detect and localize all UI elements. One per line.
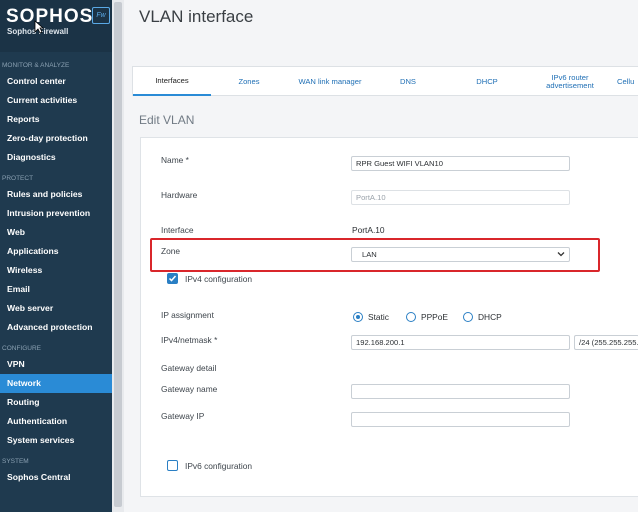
ip-dhcp-radio[interactable]	[463, 312, 473, 322]
hardware-input: PortA.10	[351, 190, 570, 205]
gateway-name-label: Gateway name	[161, 384, 218, 394]
section-title-edit-vlan: Edit VLAN	[139, 113, 195, 127]
sidebar-scrollbar[interactable]	[112, 0, 124, 512]
ipv4-netmask-label: IPv4/netmask *	[161, 335, 218, 345]
ip-dhcp-label: DHCP	[478, 312, 502, 322]
sidebar-item-wireless[interactable]: Wireless	[0, 261, 112, 280]
sidebar-item-authentication[interactable]: Authentication	[0, 412, 112, 431]
sidebar-item-web[interactable]: Web	[0, 223, 112, 242]
name-label: Name *	[161, 155, 189, 165]
page-title: VLAN interface	[139, 7, 254, 26]
interface-label: Interface	[161, 225, 194, 235]
tab-zones[interactable]: Zones	[223, 67, 275, 96]
brand-header: SOPHOS Fw Sophos Firewall	[0, 0, 124, 52]
tab-bar: Interfaces Zones WAN link manager DNS DH…	[132, 66, 638, 96]
gateway-ip-input[interactable]	[351, 412, 570, 427]
sidebar-item-applications[interactable]: Applications	[0, 242, 112, 261]
sidebar-item-system-services[interactable]: System services	[0, 431, 112, 450]
section-system: SYSTEM	[2, 458, 29, 465]
sidebar-item-rules-and-policies[interactable]: Rules and policies	[0, 185, 112, 204]
section-protect: PROTECT	[2, 175, 34, 182]
interface-value: PortA.10	[352, 225, 385, 235]
sophos-logo: SOPHOS	[6, 6, 94, 27]
sidebar-item-advanced-protection[interactable]: Advanced protection	[0, 318, 112, 337]
tab-wan-link-manager[interactable]: WAN link manager	[285, 67, 375, 96]
sidebar-item-control-center[interactable]: Control center	[0, 72, 112, 91]
sidebar-item-current-activities[interactable]: Current activities	[0, 91, 112, 110]
section-configure: CONFIGURE	[2, 345, 41, 352]
ip-pppoe-radio[interactable]	[406, 312, 416, 322]
gateway-name-input[interactable]	[351, 384, 570, 399]
sidebar-item-vpn[interactable]: VPN	[0, 355, 112, 374]
sidebar-item-email[interactable]: Email	[0, 280, 112, 299]
sidebar-item-reports[interactable]: Reports	[0, 110, 112, 129]
ip-assignment-label: IP assignment	[161, 310, 214, 320]
sidebar-item-sophos-central[interactable]: Sophos Central	[0, 468, 112, 487]
tab-interfaces[interactable]: Interfaces	[133, 67, 211, 96]
gateway-detail-label: Gateway detail	[161, 363, 217, 373]
edit-vlan-form: Name * RPR Guest WIFI VLAN10 Hardware Po…	[140, 137, 638, 497]
tab-dns[interactable]: DNS	[385, 67, 431, 96]
sidebar-item-network[interactable]: Network	[0, 374, 112, 393]
tab-cellular[interactable]: Cellu	[617, 67, 638, 96]
ipv6-config-checkbox[interactable]	[167, 460, 178, 471]
sidebar-item-web-server[interactable]: Web server	[0, 299, 112, 318]
ipv4-config-checkbox[interactable]	[167, 273, 178, 284]
sidebar: SOPHOS Fw Sophos Firewall MONITOR & ANAL…	[0, 0, 124, 512]
tab-dhcp[interactable]: DHCP	[463, 67, 511, 96]
sidebar-item-zero-day-protection[interactable]: Zero-day protection	[0, 129, 112, 148]
ipv6-config-label: IPv6 configuration	[185, 461, 253, 471]
ip-static-label: Static	[368, 312, 389, 322]
tab-ipv6-router-advertisement[interactable]: IPv6 router advertisement	[533, 67, 607, 96]
fw-badge: Fw	[92, 7, 110, 24]
ip-static-radio[interactable]	[353, 312, 363, 322]
zone-highlight-annotation	[150, 238, 600, 272]
scrollbar-thumb[interactable]	[114, 2, 122, 507]
name-input[interactable]: RPR Guest WIFI VLAN10	[351, 156, 570, 171]
netmask-select[interactable]: /24 (255.255.255.0)	[574, 335, 638, 350]
hardware-label: Hardware	[161, 190, 198, 200]
ipv4-address-input[interactable]: 192.168.200.1	[351, 335, 570, 350]
ipv4-config-label: IPv4 configuration	[185, 274, 253, 284]
sidebar-item-routing[interactable]: Routing	[0, 393, 112, 412]
checkmark-icon	[168, 275, 177, 282]
section-monitor: MONITOR & ANALYZE	[2, 62, 70, 69]
sidebar-item-diagnostics[interactable]: Diagnostics	[0, 148, 112, 167]
mouse-cursor-icon	[34, 20, 44, 34]
gateway-ip-label: Gateway IP	[161, 411, 205, 421]
ip-pppoe-label: PPPoE	[421, 312, 449, 322]
sidebar-item-intrusion-prevention[interactable]: Intrusion prevention	[0, 204, 112, 223]
